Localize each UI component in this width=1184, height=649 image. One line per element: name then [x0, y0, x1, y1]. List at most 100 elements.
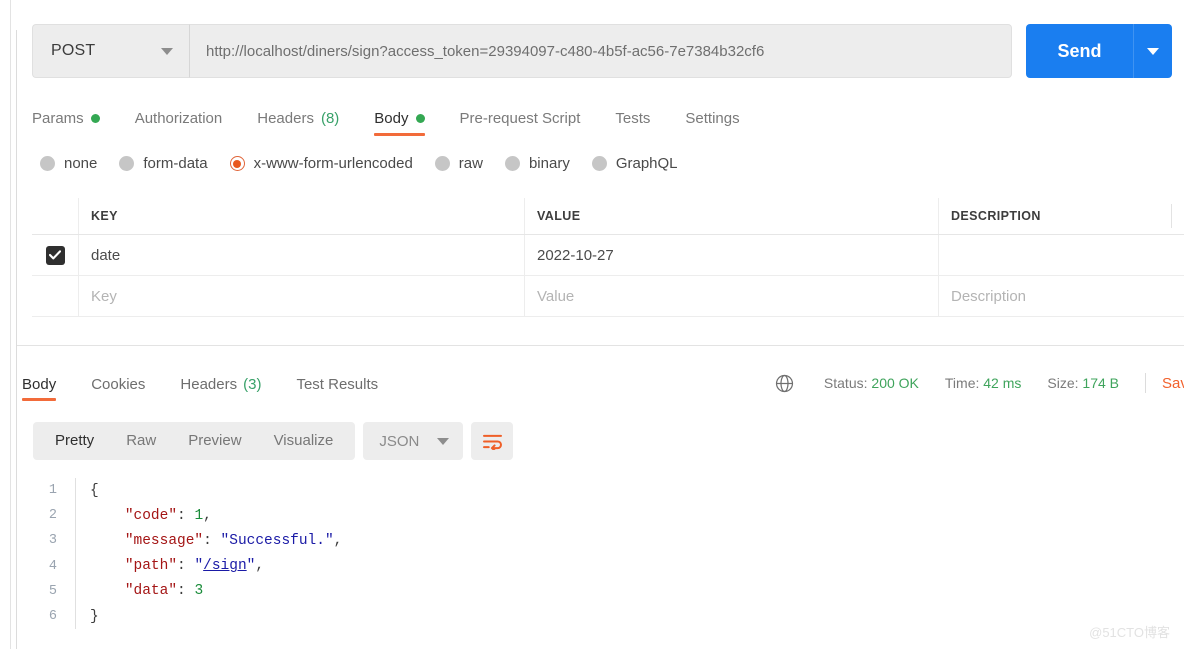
tab-headers[interactable]: Headers (8) — [257, 100, 357, 136]
format-visualize[interactable]: Visualize — [258, 422, 350, 460]
code-token: " — [194, 558, 204, 575]
tab-headers-count: (8) — [320, 109, 340, 127]
body-params-table: KEY VALUE DESCRIPTION date 2022-10-27 Ke… — [32, 198, 1184, 317]
body-type-radio-group: none form-data x-www-form-urlencoded raw… — [40, 155, 678, 172]
code-token: /sign — [203, 558, 247, 575]
code-text: "message": "Successful.", — [76, 532, 343, 549]
response-tab-headers[interactable]: Headers (3) — [180, 368, 261, 401]
tab-pre-request-script[interactable]: Pre-request Script — [460, 100, 599, 136]
radio-circle-selected-icon — [229, 156, 245, 171]
chevron-down-icon — [437, 437, 450, 445]
radio-graphql-label: GraphQL — [615, 155, 678, 172]
response-tab-headers-label: Headers — [180, 376, 238, 393]
code-token: { — [90, 482, 99, 499]
tab-tests[interactable]: Tests — [615, 100, 668, 136]
row-value-input[interactable]: 2022-10-27 — [524, 235, 938, 275]
placeholder-description-input[interactable]: Description — [938, 276, 1184, 316]
code-text: } — [76, 609, 99, 625]
code-line: 6} — [33, 603, 1173, 630]
time-label: Time: — [944, 375, 980, 391]
save-response-button[interactable]: Save Response — [1162, 375, 1184, 392]
radio-raw-label: raw — [458, 155, 483, 172]
table-header-row: KEY VALUE DESCRIPTION — [32, 198, 1184, 235]
http-method-dropdown[interactable]: POST — [32, 24, 190, 78]
status-value: 200 OK — [871, 375, 919, 391]
placeholder-value-input[interactable]: Value — [524, 276, 938, 316]
send-options-button[interactable] — [1134, 24, 1172, 78]
watermark: @51CTO博客 — [1089, 625, 1170, 640]
response-tab-body-label: Body — [22, 376, 57, 393]
globe-icon[interactable] — [775, 374, 794, 393]
request-url-row: POST http://localhost/diners/sign?access… — [32, 24, 1172, 78]
column-header-description-label: DESCRIPTION — [951, 209, 1041, 223]
left-rail-outer — [10, 0, 11, 649]
row-key-input[interactable]: date — [78, 235, 524, 275]
request-tab-bar: Params Authorization Headers (8) Body Pr… — [32, 100, 775, 136]
format-preview[interactable]: Preview — [172, 422, 257, 460]
response-tab-bar: Body Cookies Headers (3) Test Results — [22, 368, 413, 401]
code-line: 5 "data": 3 — [33, 578, 1173, 604]
header-checkbox-cell — [32, 198, 78, 234]
code-token: , — [203, 507, 212, 524]
send-button-group: Send — [1026, 24, 1172, 78]
word-wrap-button[interactable] — [471, 422, 514, 460]
response-tab-body[interactable]: Body — [22, 368, 57, 401]
code-token: : — [177, 583, 195, 600]
response-body-code[interactable]: 1{ 2 "code": 1, 3 "message": "Successful."… — [33, 478, 1173, 630]
tab-headers-label: Headers — [257, 109, 314, 127]
response-tab-headers-count: (3) — [243, 376, 262, 393]
pane-split-divider[interactable] — [17, 345, 1184, 346]
code-token: : — [177, 558, 195, 575]
code-token: "message" — [124, 532, 204, 549]
table-row: date 2022-10-27 — [32, 235, 1184, 276]
language-dropdown[interactable]: JSON — [363, 422, 464, 460]
chevron-down-icon — [1147, 47, 1159, 55]
tab-authorization[interactable]: Authorization — [135, 100, 241, 136]
format-raw[interactable]: Raw — [110, 422, 172, 460]
column-header-key: KEY — [78, 198, 524, 234]
code-token: 3 — [194, 583, 204, 600]
response-tab-test-results[interactable]: Test Results — [296, 368, 378, 401]
row-checkbox-checked[interactable] — [45, 245, 65, 265]
tab-tests-label: Tests — [615, 109, 651, 127]
response-status-bar: Status: 200 OK Time: 42 ms Size: 174 B S… — [775, 373, 1184, 393]
radio-form-data[interactable]: form-data — [119, 155, 208, 172]
code-token: , — [255, 558, 265, 575]
radio-x-www-form-urlencoded-label: x-www-form-urlencoded — [253, 155, 413, 172]
postman-window: POST http://localhost/diners/sign?access… — [0, 0, 1184, 649]
tab-settings[interactable]: Settings — [685, 100, 757, 136]
check-icon — [49, 250, 61, 260]
code-token: , — [333, 532, 343, 549]
left-rail-inner — [16, 30, 17, 649]
status-item: Status: 200 OK — [824, 375, 919, 391]
radio-binary[interactable]: binary — [504, 155, 570, 172]
response-tab-test-results-label: Test Results — [296, 376, 379, 393]
response-tab-cookies-label: Cookies — [91, 376, 146, 393]
placeholder-key-input[interactable]: Key — [78, 276, 524, 316]
radio-x-www-form-urlencoded[interactable]: x-www-form-urlencoded — [229, 155, 413, 172]
tab-settings-label: Settings — [685, 109, 740, 127]
line-number: 2 — [48, 508, 57, 524]
unsaved-dot-icon — [415, 113, 425, 123]
tab-params[interactable]: Params — [32, 100, 118, 136]
meta-divider — [1145, 373, 1146, 393]
code-token: } — [90, 608, 99, 625]
url-input[interactable]: http://localhost/diners/sign?access_toke… — [190, 24, 1012, 78]
response-tab-cookies[interactable]: Cookies — [91, 368, 145, 401]
column-resize-handle[interactable] — [1171, 204, 1172, 228]
tab-params-label: Params — [32, 109, 84, 127]
code-line: 1{ — [33, 478, 1173, 504]
radio-raw[interactable]: raw — [434, 155, 483, 172]
tab-body[interactable]: Body — [374, 100, 442, 136]
format-pretty[interactable]: Pretty — [39, 422, 110, 460]
row-description-input[interactable] — [938, 235, 1184, 275]
status-label: Status: — [823, 375, 868, 391]
radio-circle-icon — [434, 156, 450, 171]
radio-graphql[interactable]: GraphQL — [591, 155, 678, 172]
url-text: http://localhost/diners/sign?access_toke… — [206, 42, 765, 60]
send-button[interactable]: Send — [1026, 24, 1133, 78]
radio-none[interactable]: none — [40, 155, 97, 172]
code-text: "code": 1, — [76, 508, 212, 524]
